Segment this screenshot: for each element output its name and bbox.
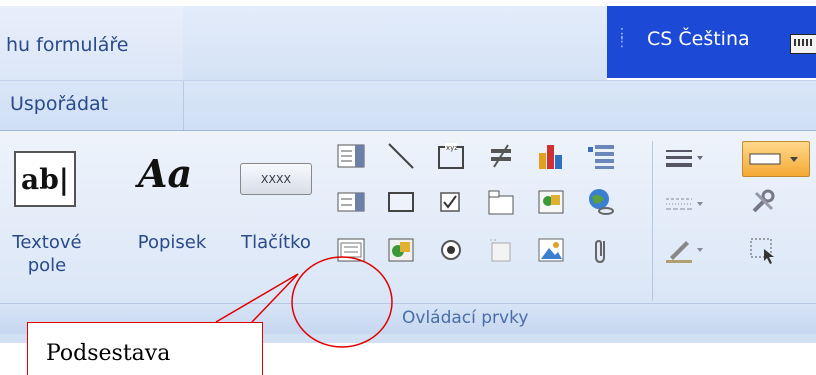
annotation-pointer-line — [215, 273, 299, 323]
annotation-text: Podsestava — [46, 341, 171, 366]
annotation-callout: Podsestava — [27, 322, 263, 375]
annotation-pointer-line — [251, 273, 299, 323]
annotation-circle — [291, 256, 393, 348]
annotation-overlay — [215, 256, 393, 348]
